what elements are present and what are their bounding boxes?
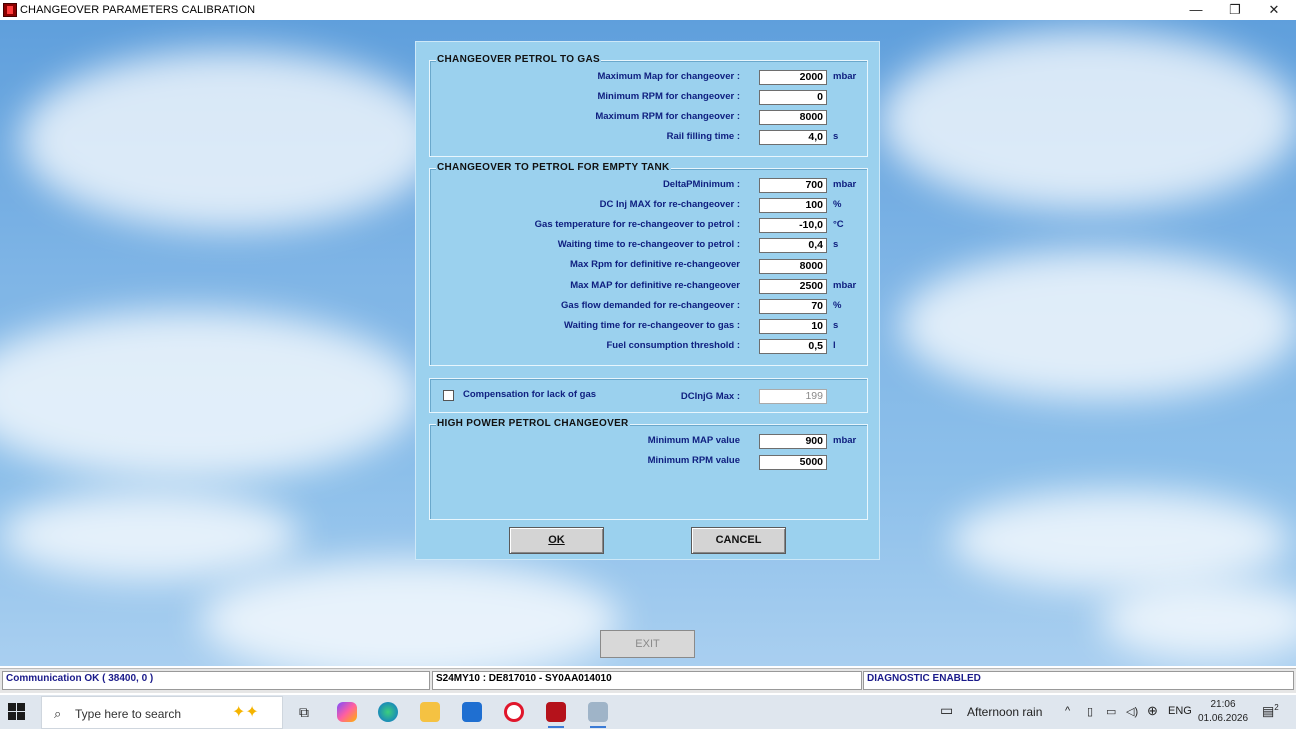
unit-fuel-consumption: l [833,340,836,351]
battery-icon[interactable]: ▭ [1106,705,1116,718]
weather-icon[interactable]: ▭ [940,702,953,719]
waiting-petrol-field[interactable]: 0,4 [759,238,827,253]
close-button[interactable]: ✕ [1254,0,1294,20]
file-explorer-icon[interactable] [420,702,440,722]
label-min-rpm: Minimum RPM for changeover : [597,91,740,102]
notifications-count: 2 [1274,703,1279,712]
unit-rail-filling: s [833,131,839,142]
ok-button[interactable]: OK [509,527,604,554]
group-high-power: HIGH POWER PETROL CHANGEOVER Minimum MAP… [429,418,868,520]
group-title-high-power: HIGH POWER PETROL CHANGEOVER [436,418,630,429]
group-title-empty-tank: CHANGEOVER TO PETROL FOR EMPTY TANK [436,162,671,173]
clock-time: 21:06 [1210,699,1236,710]
label-dc-inj-max: DC Inj MAX for re-changeover : [599,199,740,210]
deltap-min-field[interactable]: 700 [759,178,827,193]
running-app-indicator [590,726,606,728]
group-petrol-to-gas: CHANGEOVER PETROL TO GAS Maximum Map for… [429,54,868,157]
calibration-app-icon[interactable] [546,702,566,722]
notifications-icon[interactable]: ▤2 [1262,703,1279,719]
search-icon: ⌕ [54,706,62,721]
waiting-gas-field[interactable]: 10 [759,319,827,334]
taskbar-search[interactable]: ⌕ Type here to search ✦✦ [41,696,283,729]
group-empty-tank: CHANGEOVER TO PETROL FOR EMPTY TANK Delt… [429,162,868,366]
windows-start-icon[interactable] [8,703,26,721]
exit-button[interactable]: EXIT [600,630,695,658]
label-rail-filling: Rail filling time : [666,131,740,142]
copilot-icon[interactable] [337,702,357,722]
status-diagnostic: DIAGNOSTIC ENABLED [863,671,1294,690]
max-rpm-definitive-field[interactable]: 8000 [759,259,827,274]
volume-icon[interactable]: ◁) [1126,705,1138,718]
unit-waiting-petrol: s [833,239,839,250]
min-rpm-value-field[interactable]: 5000 [759,455,827,470]
clock-date: 01.06.2026 [1197,713,1249,724]
unit-dc-inj-max: % [833,199,842,210]
compensation-checkbox[interactable] [443,390,454,401]
unit-max-map-definitive: mbar [833,280,857,291]
paint-app-icon[interactable] [588,702,608,722]
app-icon [3,3,17,17]
dc-inj-max-field[interactable]: 100 [759,198,827,213]
weather-label[interactable]: Afternoon rain [967,705,1042,719]
gas-temperature-field[interactable]: -10,0 [759,218,827,233]
label-waiting-petrol: Waiting time to re-changeover to petrol … [557,239,740,250]
unit-waiting-gas: s [833,320,839,331]
label-gas-flow: Gas flow demanded for re-changeover : [561,300,740,311]
max-map-field[interactable]: 2000 [759,70,827,85]
meet-now-icon[interactable]: ▯ [1087,705,1093,718]
label-gas-temperature: Gas temperature for re-changeover to pet… [534,219,740,230]
mail-icon[interactable] [462,702,482,722]
network-globe-icon[interactable]: ⊕ [1147,703,1158,719]
label-waiting-gas: Waiting time for re-changeover to gas : [564,320,740,331]
label-max-rpm: Maximum RPM for changeover : [595,111,740,122]
min-rpm-field[interactable]: 0 [759,90,827,105]
label-deltap-min: DeltaPMinimum : [662,179,740,190]
cancel-button[interactable]: CANCEL [691,527,786,554]
fuel-consumption-field[interactable]: 0,5 [759,339,827,354]
language-indicator[interactable]: ENG [1168,705,1192,717]
unit-deltap-min: mbar [833,179,857,190]
edge-icon[interactable] [378,702,398,722]
unit-min-map-value: mbar [833,435,857,446]
copilot-sparkle-icon: ✦✦ [232,704,259,721]
rail-filling-field[interactable]: 4,0 [759,130,827,145]
opera-icon[interactable] [504,702,524,722]
active-app-indicator [548,726,564,728]
label-dcinjg-max: DCInjG Max : [680,391,740,402]
minimize-button[interactable]: — [1176,0,1216,20]
max-map-definitive-field[interactable]: 2500 [759,279,827,294]
ok-button-label: OK [548,534,565,546]
label-max-map: Maximum Map for changeover : [597,71,740,82]
status-ecu: S24MY10 : DE817010 - SY0AA014010 [432,671,862,690]
label-fuel-consumption: Fuel consumption threshold : [606,340,740,351]
tray-overflow-icon[interactable]: ^ [1065,705,1070,717]
task-view-icon[interactable]: ⧉ [294,702,314,722]
clock[interactable]: 21:06 01.06.2026 [1195,698,1251,726]
calibration-dialog: CHANGEOVER PETROL TO GAS Maximum Map for… [415,41,880,560]
maximize-button[interactable]: ❐ [1215,0,1255,20]
unit-gas-flow: % [833,300,842,311]
dcinjg-max-field: 199 [759,389,827,404]
min-map-value-field[interactable]: 900 [759,434,827,449]
taskbar: ⌕ Type here to search ✦✦ ⧉ ▭ Afternoon r… [0,695,1296,729]
group-compensation: Compensation for lack of gas DCInjG Max … [429,378,868,413]
search-placeholder: Type here to search [75,707,182,721]
title-bar: CHANGEOVER PARAMETERS CALIBRATION — ❐ ✕ [0,0,1296,20]
status-bar: Communication OK ( 38400, 0 ) S24MY10 : … [0,668,1296,693]
label-min-map-value: Minimum MAP value [647,435,740,446]
max-rpm-field[interactable]: 8000 [759,110,827,125]
label-max-rpm-definitive: Max Rpm for definitive re-changeover [570,259,740,270]
gas-flow-field[interactable]: 70 [759,299,827,314]
label-max-map-definitive: Max MAP for definitive re-changeover [570,280,740,291]
unit-gas-temperature: °C [833,219,844,230]
label-min-rpm-value: Minimum RPM value [647,455,740,466]
compensation-label: Compensation for lack of gas [463,389,597,400]
window-title: CHANGEOVER PARAMETERS CALIBRATION [20,4,256,16]
status-communication: Communication OK ( 38400, 0 ) [2,671,430,690]
unit-max-map: mbar [833,71,857,82]
group-title-petrol-to-gas: CHANGEOVER PETROL TO GAS [436,54,601,65]
